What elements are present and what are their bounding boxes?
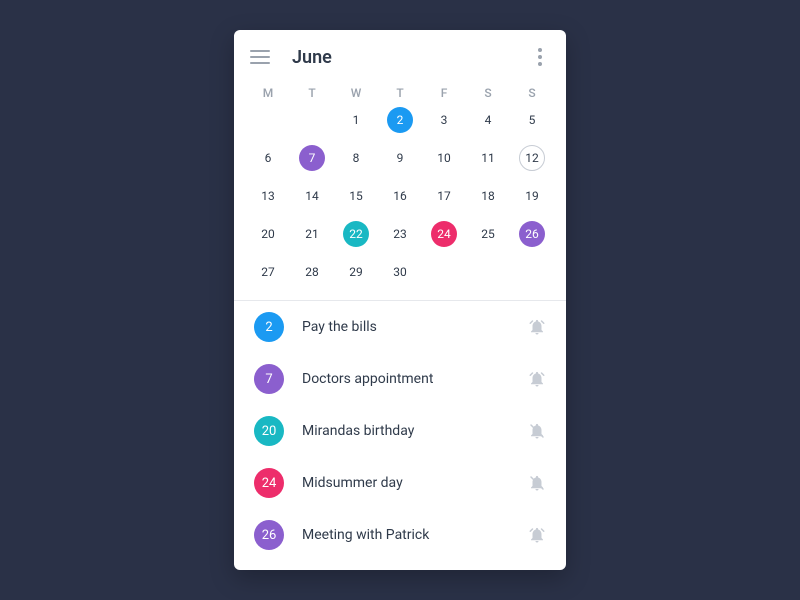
day-1[interactable]: 1 xyxy=(343,107,369,133)
empty-cell xyxy=(290,104,334,136)
event-day-badge: 2 xyxy=(254,312,284,342)
day-6[interactable]: 6 xyxy=(255,145,281,171)
day-cell: 23 xyxy=(378,218,422,250)
day-cell: 8 xyxy=(334,142,378,174)
weekday-row: MTWTFSS xyxy=(234,78,566,104)
event-day-badge: 7 xyxy=(254,364,284,394)
day-cell: 24 xyxy=(422,218,466,250)
event-row[interactable]: 2 Pay the bills xyxy=(234,301,566,353)
day-8[interactable]: 8 xyxy=(343,145,369,171)
day-28[interactable]: 28 xyxy=(299,259,325,285)
header: June xyxy=(234,30,566,78)
day-cell: 10 xyxy=(422,142,466,174)
day-cell: 14 xyxy=(290,180,334,212)
day-14[interactable]: 14 xyxy=(299,183,325,209)
day-cell: 30 xyxy=(378,256,422,288)
day-cell: 12 xyxy=(510,142,554,174)
day-cell: 26 xyxy=(510,218,554,250)
day-cell: 25 xyxy=(466,218,510,250)
event-row[interactable]: 26 Meeting with Patrick xyxy=(234,509,566,561)
day-7[interactable]: 7 xyxy=(299,145,325,171)
day-cell: 11 xyxy=(466,142,510,174)
day-27[interactable]: 27 xyxy=(255,259,281,285)
weekday-label: M xyxy=(246,86,290,100)
day-4[interactable]: 4 xyxy=(475,107,501,133)
event-title: Pay the bills xyxy=(302,319,528,335)
day-cell: 20 xyxy=(246,218,290,250)
bell-on-icon[interactable] xyxy=(528,526,546,544)
day-cell: 17 xyxy=(422,180,466,212)
day-cell: 1 xyxy=(334,104,378,136)
day-23[interactable]: 23 xyxy=(387,221,413,247)
calendar-card: June MTWTFSS 123456789101112131415161718… xyxy=(234,30,566,570)
event-row[interactable]: 7 Doctors appointment xyxy=(234,353,566,405)
day-29[interactable]: 29 xyxy=(343,259,369,285)
day-12[interactable]: 12 xyxy=(519,145,545,171)
day-cell: 6 xyxy=(246,142,290,174)
menu-icon[interactable] xyxy=(250,50,270,64)
weekday-label: S xyxy=(510,86,554,100)
day-20[interactable]: 20 xyxy=(255,221,281,247)
day-22[interactable]: 22 xyxy=(343,221,369,247)
page-title: June xyxy=(292,47,530,68)
day-3[interactable]: 3 xyxy=(431,107,457,133)
event-row[interactable]: 24 Midsummer day xyxy=(234,457,566,509)
day-cell: 28 xyxy=(290,256,334,288)
weekday-label: W xyxy=(334,86,378,100)
day-17[interactable]: 17 xyxy=(431,183,457,209)
day-10[interactable]: 10 xyxy=(431,145,457,171)
day-21[interactable]: 21 xyxy=(299,221,325,247)
day-cell: 3 xyxy=(422,104,466,136)
day-cell: 29 xyxy=(334,256,378,288)
day-18[interactable]: 18 xyxy=(475,183,501,209)
day-2[interactable]: 2 xyxy=(387,107,413,133)
empty-cell xyxy=(246,104,290,136)
bell-on-icon[interactable] xyxy=(528,370,546,388)
weekday-label: T xyxy=(378,86,422,100)
event-title: Meeting with Patrick xyxy=(302,527,528,543)
event-title: Midsummer day xyxy=(302,475,528,491)
day-cell: 15 xyxy=(334,180,378,212)
day-cell: 9 xyxy=(378,142,422,174)
more-icon[interactable] xyxy=(530,44,550,70)
event-title: Doctors appointment xyxy=(302,371,528,387)
calendar-grid: 1234567891011121314151617181920212223242… xyxy=(234,104,566,300)
day-11[interactable]: 11 xyxy=(475,145,501,171)
day-cell: 2 xyxy=(378,104,422,136)
day-cell: 5 xyxy=(510,104,554,136)
day-cell: 13 xyxy=(246,180,290,212)
day-5[interactable]: 5 xyxy=(519,107,545,133)
event-title: Mirandas birthday xyxy=(302,423,528,439)
event-row[interactable]: 20 Mirandas birthday xyxy=(234,405,566,457)
bell-off-icon[interactable] xyxy=(528,474,546,492)
day-30[interactable]: 30 xyxy=(387,259,413,285)
day-cell: 19 xyxy=(510,180,554,212)
day-cell: 27 xyxy=(246,256,290,288)
bell-off-icon[interactable] xyxy=(528,422,546,440)
weekday-label: T xyxy=(290,86,334,100)
day-9[interactable]: 9 xyxy=(387,145,413,171)
day-26[interactable]: 26 xyxy=(519,221,545,247)
day-cell: 4 xyxy=(466,104,510,136)
day-24[interactable]: 24 xyxy=(431,221,457,247)
day-13[interactable]: 13 xyxy=(255,183,281,209)
day-cell: 21 xyxy=(290,218,334,250)
bell-on-icon[interactable] xyxy=(528,318,546,336)
day-cell: 18 xyxy=(466,180,510,212)
event-list: 2 Pay the bills 7 Doctors appointment 20 Mira… xyxy=(234,301,566,570)
weekday-label: F xyxy=(422,86,466,100)
event-day-badge: 24 xyxy=(254,468,284,498)
day-cell: 7 xyxy=(290,142,334,174)
day-16[interactable]: 16 xyxy=(387,183,413,209)
day-19[interactable]: 19 xyxy=(519,183,545,209)
day-25[interactable]: 25 xyxy=(475,221,501,247)
event-day-badge: 26 xyxy=(254,520,284,550)
day-cell: 22 xyxy=(334,218,378,250)
day-15[interactable]: 15 xyxy=(343,183,369,209)
weekday-label: S xyxy=(466,86,510,100)
day-cell: 16 xyxy=(378,180,422,212)
event-day-badge: 20 xyxy=(254,416,284,446)
